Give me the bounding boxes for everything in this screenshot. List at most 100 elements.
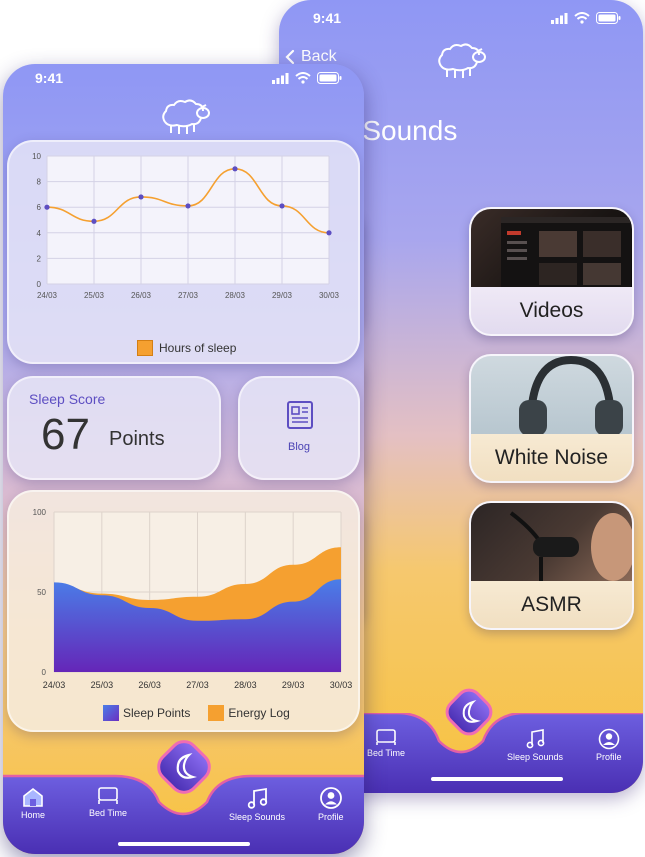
sheep-logo-icon [438, 43, 486, 78]
y-tick-label: 4 [37, 229, 42, 238]
nav-item-bed-time[interactable]: Bed Time [367, 728, 405, 758]
blog-card[interactable]: Blog [238, 376, 360, 480]
x-tick-label: 29/03 [272, 291, 293, 300]
profile-icon [598, 728, 620, 750]
data-point [138, 194, 144, 200]
sleep-energy-chart: 0 50 100 24/03 25/03 26/03 27/03 28/03 29/03 30/0… [33, 508, 353, 690]
y-tick-label: 8 [37, 178, 42, 187]
nav-label: Bed Time [89, 808, 128, 818]
y-tick-label: 0 [37, 280, 42, 289]
sheep-logo-icon [162, 99, 210, 134]
home-indicator [118, 842, 250, 846]
hours-of-sleep-chart: 0 2 4 6 8 10 24/03 25/03 26/03 27/03 28/03 29/03 30/… [32, 152, 340, 300]
sleep-score-value: 67 [41, 410, 90, 459]
y-tick-label: 10 [32, 152, 41, 161]
x-tick-label: 26/03 [131, 291, 152, 300]
bed-icon [376, 729, 396, 745]
x-tick-label: 25/03 [84, 291, 105, 300]
nav-item-profile[interactable]: Profile [596, 728, 622, 762]
nav-label: Bed Time [367, 748, 406, 758]
legend-label-energy-log: Energy Log [228, 706, 290, 720]
sleep-energy-chart-panel: 0 50 100 24/03 25/03 26/03 27/03 28/03 29/03 30/0… [7, 490, 360, 732]
nav-item-sleep-sounds[interactable]: Sleep Sounds [229, 786, 285, 822]
chevron-left-icon [285, 49, 295, 65]
music-note-icon [247, 787, 268, 809]
sleep-score-label: Sleep Score [29, 391, 106, 407]
battery-icon [596, 12, 621, 24]
x-tick-label: 30/03 [330, 680, 353, 690]
bedtime-fab-button[interactable] [151, 734, 217, 800]
signal-icon [551, 12, 568, 24]
status-icons [551, 12, 621, 24]
category-card-white-noise[interactable]: White Noise [469, 354, 634, 483]
legend-swatch-energy-log [208, 705, 225, 721]
video-player-photo [471, 209, 632, 289]
card-label: White Noise [471, 434, 632, 481]
x-tick-label: 28/03 [225, 291, 246, 300]
nav-item-profile[interactable]: Profile [318, 786, 344, 822]
legend-label-sleep-points: Sleep Points [123, 706, 191, 720]
status-time: 9:41 [313, 10, 342, 26]
blog-label: Blog [287, 441, 311, 453]
chart-legend: Sleep Points Energy Log [103, 705, 290, 721]
x-tick-label: 28/03 [234, 680, 257, 690]
chart-legend: Hours of sleep [137, 340, 236, 356]
nav-item-sleep-sounds[interactable]: Sleep Sounds [507, 728, 563, 762]
microphone-photo [471, 503, 632, 583]
headphones-photo [471, 356, 632, 436]
x-tick-label: 24/03 [37, 291, 58, 300]
nav-label: Profile [318, 812, 344, 822]
y-tick-label: 2 [37, 254, 42, 263]
microphone-graphic [509, 511, 632, 583]
status-time: 9:41 [35, 70, 64, 86]
nav-item-bed-time[interactable]: Bed Time [89, 786, 127, 818]
y-tick-label: 100 [33, 508, 47, 517]
legend-label-hours: Hours of sleep [159, 341, 237, 355]
y-tick-label: 6 [37, 203, 42, 212]
data-point [232, 166, 238, 172]
home-icon [23, 787, 43, 807]
data-point [44, 204, 50, 210]
x-tick-label: 27/03 [186, 680, 209, 690]
nav-label: Profile [596, 752, 622, 762]
laptop-screen-graphic [501, 217, 631, 289]
nav-label: Sleep Sounds [229, 812, 286, 822]
data-point [185, 203, 191, 209]
battery-icon [317, 72, 342, 84]
card-label: Videos [471, 287, 632, 334]
nav-label: Home [21, 810, 46, 820]
y-tick-label: 0 [42, 668, 47, 677]
nav-item-home[interactable]: Home [21, 786, 45, 820]
hours-of-sleep-chart-panel: 0 2 4 6 8 10 24/03 25/03 26/03 27/03 28/03 29/03 30/… [7, 140, 360, 364]
nav-label: Sleep Sounds [507, 752, 564, 762]
signal-icon [272, 72, 289, 84]
music-note-icon [526, 729, 545, 749]
document-icon [287, 401, 313, 429]
data-point [326, 230, 332, 236]
y-tick-label: 50 [37, 588, 46, 597]
x-tick-label: 30/03 [319, 291, 340, 300]
data-point [279, 203, 285, 209]
home-indicator [431, 777, 563, 781]
category-card-asmr[interactable]: ASMR [469, 501, 634, 630]
headphones-graphic [519, 356, 623, 436]
legend-swatch-sleep-points [103, 705, 119, 721]
profile-icon [319, 787, 342, 809]
sleep-score-unit: Points [109, 428, 165, 450]
category-card-videos[interactable]: Videos [469, 207, 634, 336]
legend-swatch-hours [137, 340, 153, 356]
bed-icon [98, 787, 118, 804]
sleep-score-card[interactable]: Sleep Score 67 Points [7, 376, 221, 480]
data-point [91, 218, 97, 224]
wifi-icon [295, 72, 311, 84]
card-label: ASMR [471, 581, 632, 628]
x-tick-label: 26/03 [138, 680, 161, 690]
status-icons [272, 72, 342, 84]
screenshot-stage: 9:41 Back p Sounds usic [0, 0, 645, 857]
wifi-icon [574, 12, 590, 24]
x-tick-label: 27/03 [178, 291, 199, 300]
x-tick-label: 29/03 [282, 680, 305, 690]
home-dashboard-screen: 9:41 0 2 4 6 8 10 24/03 25/03 26/03 27/03 28/03 29/… [3, 64, 364, 854]
bedtime-fab-button[interactable] [440, 683, 498, 741]
x-tick-label: 25/03 [91, 680, 114, 690]
